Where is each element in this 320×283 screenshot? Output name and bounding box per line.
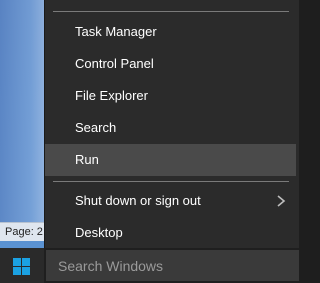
- background-window-status-bar: Page: 2: [0, 222, 44, 241]
- menu-item-control-panel[interactable]: Control Panel: [45, 48, 296, 80]
- menu-item-run[interactable]: Run: [45, 144, 296, 176]
- taskbar-search-box[interactable]: Search Windows: [46, 250, 299, 281]
- menu-item-label: File Explorer: [75, 88, 148, 103]
- menu-item-label: Search: [75, 120, 117, 135]
- background-window-edge: [0, 0, 44, 222]
- menu-item-label: Desktop: [75, 225, 123, 240]
- power-user-menu: Task Manager Control Panel File Explorer…: [44, 0, 299, 257]
- menu-item-label: Shut down or sign out: [75, 193, 201, 208]
- menu-item-label: Task Manager: [75, 24, 157, 39]
- menu-item-file-explorer[interactable]: File Explorer: [45, 80, 296, 112]
- menu-item-search[interactable]: Search: [45, 112, 296, 144]
- screen: Page: 2 Task Manager Control Panel File …: [0, 0, 299, 283]
- menu-item-label: Run: [75, 152, 99, 167]
- chevron-right-icon: [277, 195, 286, 207]
- menu-separator: [53, 181, 289, 182]
- search-placeholder: Search Windows: [58, 258, 164, 274]
- taskbar: Search Windows: [0, 248, 299, 283]
- status-page-label: Page: 2: [5, 226, 43, 238]
- start-button[interactable]: [0, 248, 44, 283]
- menu-item-task-manager[interactable]: Task Manager: [45, 16, 296, 48]
- menu-item-shut-down-or-sign-out[interactable]: Shut down or sign out: [45, 185, 296, 217]
- windows-logo-icon: [13, 258, 30, 275]
- menu-item-desktop[interactable]: Desktop: [45, 217, 296, 249]
- menu-separator: [53, 11, 289, 12]
- menu-item-label: Control Panel: [75, 56, 154, 71]
